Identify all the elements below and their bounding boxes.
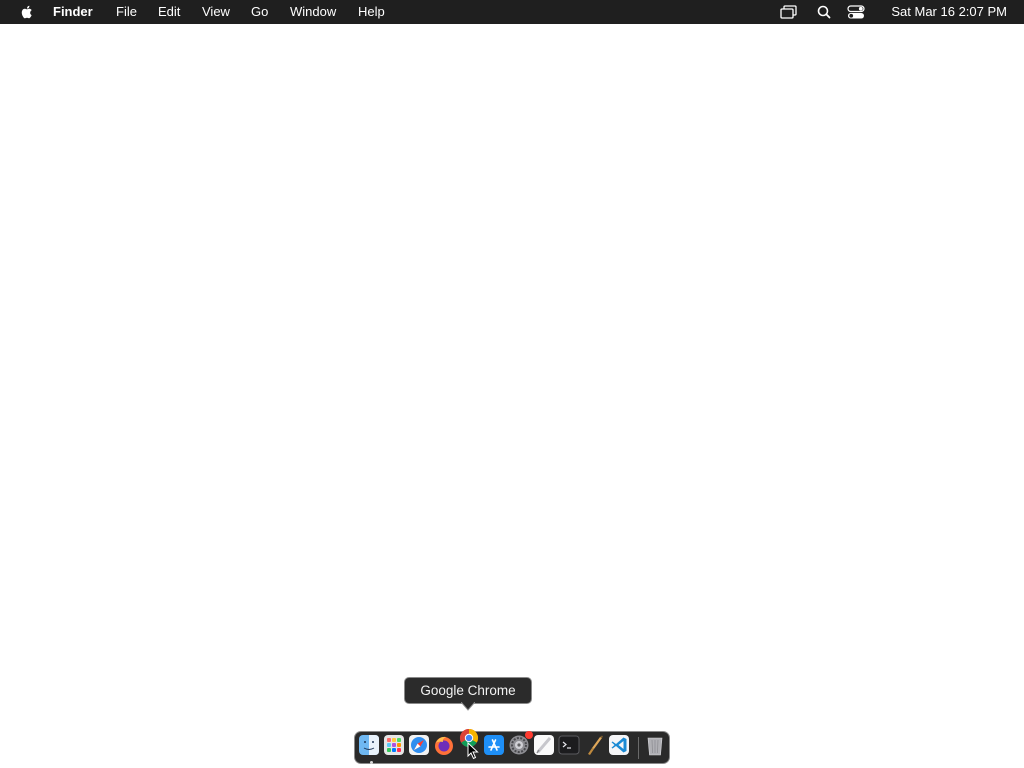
dock-item-finder[interactable] [358,734,380,764]
menu-help[interactable]: Help [358,4,385,20]
launchpad-icon [384,735,404,755]
menu-go[interactable]: Go [251,4,268,20]
dock-item-terminal[interactable] [558,734,580,756]
notes-icon [534,735,554,755]
dock-item-notes[interactable] [533,734,555,756]
dock-item-launchpad[interactable] [383,734,405,756]
dock-item-firefox[interactable] [433,734,455,756]
firefox-icon [435,736,453,755]
trash-icon [647,737,663,756]
tooltip-label: Google Chrome [420,683,516,698]
menu-edit[interactable]: Edit [158,4,180,20]
dock-item-app-store[interactable] [483,734,505,756]
mouse-cursor-icon [467,742,479,760]
apple-menu-icon[interactable] [18,3,36,21]
vscode-icon [609,735,629,755]
terminal-icon [558,735,580,755]
dock-item-safari[interactable] [408,734,430,756]
dock-item-vscode[interactable] [608,734,630,756]
search-icon[interactable] [814,3,834,21]
dock [354,729,670,764]
finder-icon [359,735,379,755]
tooltip-arrow [461,702,475,711]
dock-item-script-editor[interactable] [583,734,605,756]
menu-window[interactable]: Window [290,4,336,20]
menu-file[interactable]: File [116,4,137,20]
menubar-clock[interactable]: Sat Mar 16 2:07 PM [891,4,1007,20]
menu-view[interactable]: View [202,4,230,20]
menu-bar: Finder File Edit View Go Window Help Sat… [0,0,1024,24]
dock-item-trash[interactable] [644,734,666,756]
running-indicator [370,761,373,764]
dock-item-system-settings[interactable] [508,731,533,756]
app-store-icon [484,735,504,755]
dock-separator [638,737,639,759]
script-editor-icon [588,735,603,755]
notification-badge [525,731,533,739]
safari-icon [409,735,429,755]
dock-tooltip: Google Chrome [404,677,532,704]
control-center-icon[interactable] [846,3,866,21]
screen-mirroring-icon[interactable] [779,3,799,21]
menu-finder[interactable]: Finder [53,4,93,20]
